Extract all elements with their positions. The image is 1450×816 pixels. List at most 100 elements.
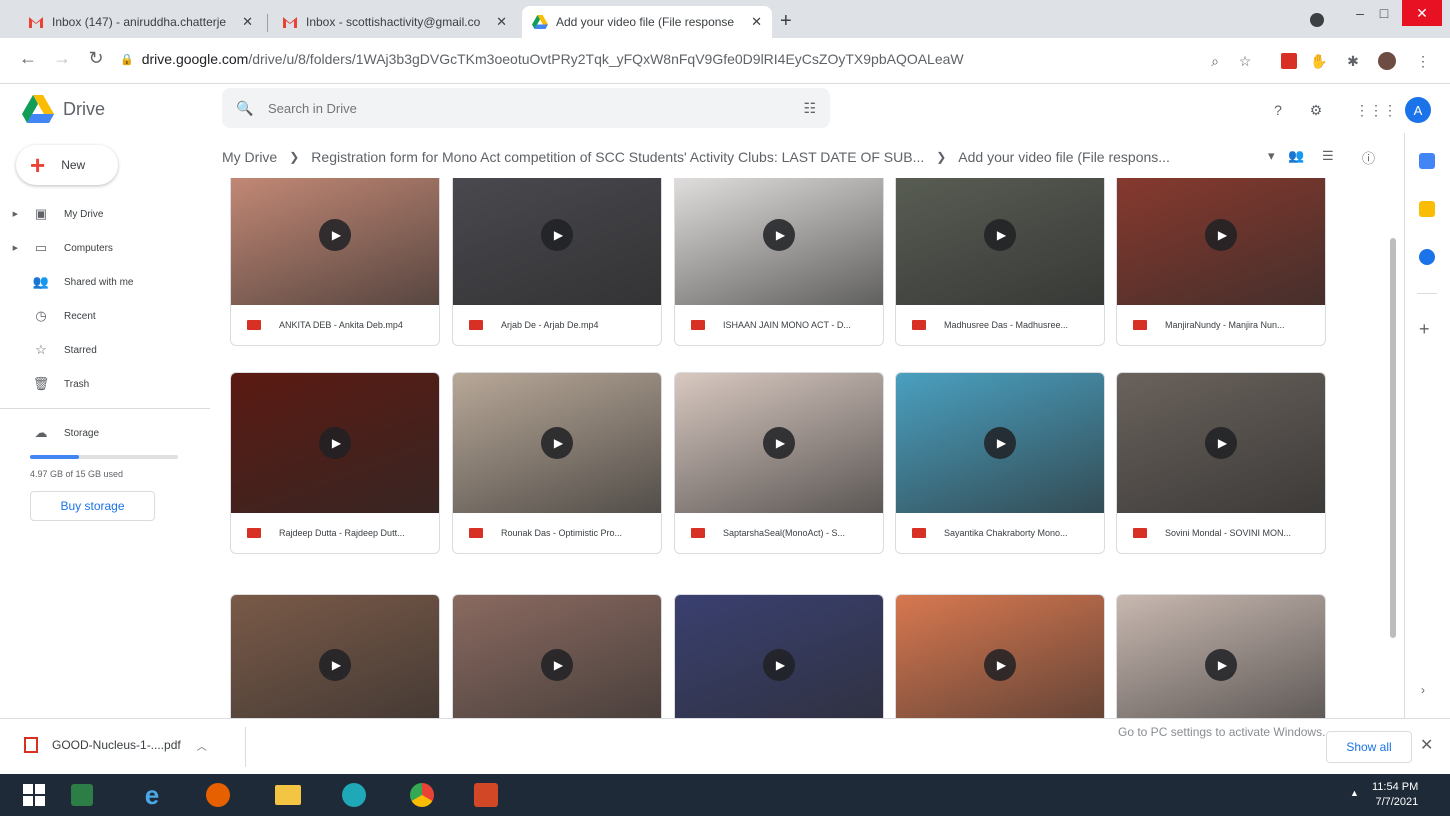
file-card[interactable]: ▶ bbox=[895, 594, 1105, 718]
file-card[interactable]: ▶ bbox=[452, 594, 662, 718]
play-icon[interactable]: ▶ bbox=[763, 427, 795, 459]
file-card[interactable]: ▶ bbox=[674, 594, 884, 718]
back-button[interactable]: ← bbox=[16, 48, 40, 69]
video-thumbnail[interactable]: ▶ bbox=[675, 373, 883, 513]
drive-logo[interactable] bbox=[22, 95, 54, 123]
video-thumbnail[interactable]: ▶ bbox=[453, 178, 661, 305]
new-tab-button[interactable]: + bbox=[780, 10, 792, 33]
play-icon[interactable]: ▶ bbox=[541, 649, 573, 681]
file-card[interactable]: ▶ bbox=[1116, 594, 1326, 718]
breadcrumb-registration-form[interactable]: Registration form for Mono Act competiti… bbox=[311, 149, 924, 165]
video-thumbnail[interactable]: ▶ bbox=[231, 373, 439, 513]
window-close-button[interactable]: ✕ bbox=[1402, 0, 1442, 26]
hand-extension-icon[interactable]: ✋ bbox=[1310, 52, 1328, 70]
play-icon[interactable]: ▶ bbox=[984, 427, 1016, 459]
calendar-icon[interactable] bbox=[1419, 153, 1435, 169]
tray-expand-icon[interactable]: ▲ bbox=[1350, 788, 1359, 798]
edge-icon[interactable] bbox=[330, 778, 378, 812]
taskbar-clock[interactable]: 11:54 PM 7/7/2021 bbox=[1372, 780, 1418, 810]
browser-tab-inbox-1[interactable]: Inbox (147) - aniruddha.chatterje ✕ bbox=[18, 6, 263, 38]
info-icon[interactable]: ⓘ bbox=[1362, 148, 1375, 167]
file-card[interactable]: ▶ Rajdeep Dutta - Rajdeep Dutt... bbox=[230, 372, 440, 554]
acrobat-extension-icon[interactable] bbox=[1280, 52, 1298, 70]
zoom-icon[interactable]: ⌕ bbox=[1206, 52, 1224, 70]
file-card[interactable]: ▶ Sayantika Chakraborty Mono... bbox=[895, 372, 1105, 554]
file-card[interactable]: ▶ ISHAAN JAIN MONO ACT - D... bbox=[674, 178, 884, 346]
nav-item-storage[interactable]: ☁ Storage bbox=[0, 417, 208, 449]
play-icon[interactable]: ▶ bbox=[984, 219, 1016, 251]
expand-icon[interactable]: ▶ bbox=[0, 210, 18, 218]
firefox-icon[interactable] bbox=[194, 778, 242, 812]
apps-grid-icon[interactable]: ⋮⋮⋮ bbox=[1355, 100, 1397, 120]
close-icon[interactable]: ✕ bbox=[496, 14, 507, 30]
video-thumbnail[interactable]: ▶ bbox=[1117, 373, 1325, 513]
video-thumbnail[interactable]: ▶ bbox=[1117, 178, 1325, 305]
buy-storage-button[interactable]: Buy storage bbox=[30, 491, 155, 521]
avatar[interactable]: A bbox=[1405, 97, 1431, 123]
search-options-icon[interactable]: ☷ bbox=[803, 100, 816, 117]
browser-tab-inbox-2[interactable]: Inbox - scottishactivity@gmail.co ✕ bbox=[272, 6, 517, 38]
chevron-up-icon[interactable]: ︿ bbox=[197, 738, 207, 753]
breadcrumb-current-folder[interactable]: Add your video file (File respons... bbox=[958, 149, 1170, 165]
file-card[interactable]: ▶ Sovini Mondal - SOVINI MON... bbox=[1116, 372, 1326, 554]
folder-menu-caret-icon[interactable]: ▾ bbox=[1268, 148, 1275, 164]
close-icon[interactable]: ✕ bbox=[1420, 735, 1433, 755]
video-thumbnail[interactable]: ▶ bbox=[453, 595, 661, 718]
store-icon[interactable] bbox=[58, 778, 106, 812]
nav-item-starred[interactable]: ☆ Starred bbox=[0, 334, 208, 366]
video-thumbnail[interactable]: ▶ bbox=[896, 595, 1104, 718]
profile-avatar-icon[interactable] bbox=[1378, 52, 1396, 70]
play-icon[interactable]: ▶ bbox=[541, 427, 573, 459]
search-icon[interactable]: 🔍 bbox=[236, 100, 256, 117]
file-card[interactable]: ▶ ManjiraNundy - Manjira Nun... bbox=[1116, 178, 1326, 346]
extensions-icon[interactable]: ✱ bbox=[1344, 52, 1362, 70]
file-explorer-icon[interactable] bbox=[264, 778, 312, 812]
powerpoint-icon[interactable] bbox=[462, 778, 510, 812]
play-icon[interactable]: ▶ bbox=[319, 649, 351, 681]
list-view-icon[interactable]: ☰ bbox=[1322, 148, 1334, 164]
file-card[interactable]: ▶ Madhusree Das - Madhusree... bbox=[895, 178, 1105, 346]
address-bar[interactable]: 🔒 drive.google.com/drive/u/8/folders/1WA… bbox=[120, 44, 1270, 74]
nav-item-trash[interactable]: 🗑 Trash bbox=[0, 368, 208, 400]
chevron-right-icon[interactable]: › bbox=[1421, 683, 1425, 697]
bookmark-star-icon[interactable]: ☆ bbox=[1236, 52, 1254, 70]
file-card[interactable]: ▶ Rounak Das - Optimistic Pro... bbox=[452, 372, 662, 554]
video-thumbnail[interactable]: ▶ bbox=[675, 178, 883, 305]
nav-item-my-drive[interactable]: ▶ ▣ My Drive bbox=[0, 198, 208, 230]
file-card[interactable]: ▶ bbox=[230, 594, 440, 718]
nav-item-computers[interactable]: ▶ ▭ Computers bbox=[0, 232, 208, 264]
new-button[interactable]: + New bbox=[16, 145, 118, 185]
play-icon[interactable]: ▶ bbox=[1205, 219, 1237, 251]
play-icon[interactable]: ▶ bbox=[1205, 427, 1237, 459]
play-icon[interactable]: ▶ bbox=[319, 219, 351, 251]
play-icon[interactable]: ▶ bbox=[319, 427, 351, 459]
windows-start-icon[interactable] bbox=[10, 778, 58, 812]
file-card[interactable]: ▶ ANKITA DEB - Ankita Deb.mp4 bbox=[230, 178, 440, 346]
play-icon[interactable]: ▶ bbox=[984, 649, 1016, 681]
close-icon[interactable]: ✕ bbox=[242, 14, 253, 30]
play-icon[interactable]: ▶ bbox=[1205, 649, 1237, 681]
reload-button[interactable]: ↻ bbox=[84, 48, 108, 69]
tasks-icon[interactable] bbox=[1419, 249, 1435, 265]
video-thumbnail[interactable]: ▶ bbox=[231, 595, 439, 718]
play-icon[interactable]: ▶ bbox=[541, 219, 573, 251]
close-icon[interactable]: ✕ bbox=[751, 14, 762, 30]
file-card[interactable]: ▶ Arjab De - Arjab De.mp4 bbox=[452, 178, 662, 346]
video-thumbnail[interactable]: ▶ bbox=[675, 595, 883, 718]
forward-button[interactable]: → bbox=[50, 48, 74, 69]
breadcrumb-my-drive[interactable]: My Drive bbox=[222, 149, 277, 165]
expand-icon[interactable]: ▶ bbox=[0, 244, 18, 252]
chrome-icon[interactable] bbox=[398, 778, 446, 812]
settings-icon[interactable]: ⚙ bbox=[1306, 100, 1326, 120]
keep-icon[interactable] bbox=[1419, 201, 1435, 217]
nav-item-shared[interactable]: 👥 Shared with me bbox=[0, 266, 208, 298]
video-thumbnail[interactable]: ▶ bbox=[896, 373, 1104, 513]
play-icon[interactable]: ▶ bbox=[763, 219, 795, 251]
help-icon[interactable]: ? bbox=[1268, 100, 1288, 120]
play-icon[interactable]: ▶ bbox=[763, 649, 795, 681]
browser-tab-drive[interactable]: Add your video file (File response ✕ bbox=[522, 6, 772, 38]
video-thumbnail[interactable]: ▶ bbox=[453, 373, 661, 513]
show-all-button[interactable]: Show all bbox=[1326, 731, 1412, 763]
video-thumbnail[interactable]: ▶ bbox=[896, 178, 1104, 305]
maximize-button[interactable]: □ bbox=[1364, 0, 1404, 26]
